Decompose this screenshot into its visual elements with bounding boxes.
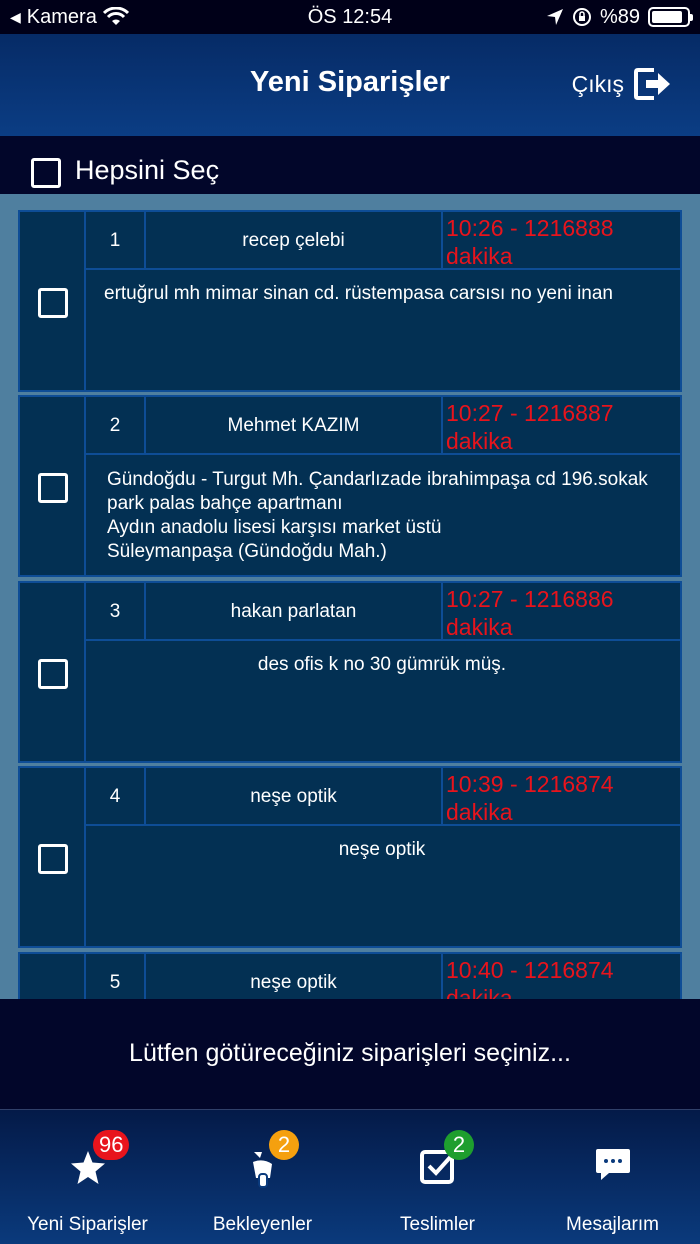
orders-list[interactable]: 1 recep çelebi 10:26 - 1216888 dakika er…	[0, 194, 700, 999]
order-header: 3 hakan parlatan 10:27 - 1216886 dakika	[86, 583, 680, 641]
order-address: ertuğrul mh mimar sinan cd. rüstempasa c…	[104, 283, 613, 304]
tab-badge: 96	[93, 1130, 130, 1160]
order-address: des ofis k no 30 gümrük müş.	[257, 654, 507, 675]
tab-label: Mesajlarım	[566, 1214, 659, 1235]
order-row[interactable]: 1 recep çelebi 10:26 - 1216888 dakika er…	[18, 210, 682, 392]
logout-button[interactable]: Çıkış	[572, 68, 672, 100]
order-check-cell[interactable]	[20, 212, 86, 390]
order-number: 3	[86, 583, 146, 639]
order-customer: hakan parlatan	[146, 583, 443, 639]
tab-delivered[interactable]: 2 Teslimler	[350, 1110, 525, 1244]
order-checkbox[interactable]	[38, 473, 68, 503]
order-time: 10:27 - 1216887 dakika	[446, 400, 614, 454]
tab-pending[interactable]: 2 Bekleyenler	[175, 1110, 350, 1244]
order-header: 4 neşe optik 10:39 - 1216874 dakika	[86, 768, 680, 826]
order-checkbox[interactable]	[38, 844, 68, 874]
tab-new-orders[interactable]: 96 Yeni Siparişler	[0, 1110, 175, 1244]
order-number: 4	[86, 768, 146, 824]
order-time: 10:26 - 1216888 dakika	[446, 215, 614, 269]
battery-fill	[652, 11, 683, 23]
tab-badge: 2	[444, 1130, 474, 1160]
status-right: %89	[546, 5, 693, 29]
order-checkbox[interactable]	[38, 659, 68, 689]
order-check-cell[interactable]	[20, 397, 86, 575]
order-header: 5 neşe optik 10:40 - 1216874 dakika	[86, 954, 680, 999]
order-address: Gündoğdu - Turgut Mh. Çandarlızade ibrah…	[107, 469, 648, 562]
order-row[interactable]: 3 hakan parlatan 10:27 - 1216886 dakika …	[18, 581, 682, 763]
rotation-lock-icon	[572, 8, 591, 26]
info-text: Lütfen götüreceğiniz siparişleri seçiniz…	[129, 1039, 571, 1067]
order-number: 2	[86, 397, 146, 453]
order-number: 5	[86, 954, 146, 999]
location-arrow-icon	[546, 9, 563, 25]
tab-bar: 96 Yeni Siparişler 2 Bekleyenler 2 Tesli…	[0, 1109, 700, 1244]
chat-icon	[595, 1149, 630, 1180]
order-customer: neşe optik	[146, 768, 443, 824]
tab-label: Bekleyenler	[212, 1214, 313, 1235]
order-checkbox[interactable]	[38, 288, 68, 318]
order-header: 1 recep çelebi 10:26 - 1216888 dakika	[86, 212, 680, 270]
order-time: 10:39 - 1216874 dakika	[446, 771, 614, 825]
order-customer: recep çelebi	[146, 212, 443, 268]
tab-label: Teslimler	[400, 1214, 475, 1235]
status-bar: ◀ Kamera ÖS 12:54 %89	[0, 0, 700, 34]
battery-icon	[648, 7, 693, 27]
order-number: 1	[86, 212, 146, 268]
order-address: neşe optik	[338, 839, 426, 860]
order-check-cell[interactable]	[20, 583, 86, 761]
order-check-cell[interactable]	[20, 768, 86, 946]
order-customer: neşe optik	[146, 954, 443, 999]
tab-messages[interactable]: Mesajlarım	[525, 1110, 700, 1244]
order-row[interactable]: 5 neşe optik 10:40 - 1216874 dakika	[18, 952, 682, 999]
order-check-cell[interactable]	[20, 954, 86, 999]
order-header: 2 Mehmet KAZIM 10:27 - 1216887 dakika	[86, 397, 680, 455]
logout-icon	[634, 68, 670, 100]
select-all-row[interactable]: Hepsini Seç	[0, 136, 700, 194]
order-time: 10:40 - 1216874 dakika	[446, 957, 614, 999]
order-time: 10:27 - 1216886 dakika	[446, 586, 614, 640]
order-row[interactable]: 4 neşe optik 10:39 - 1216874 dakika neşe…	[18, 766, 682, 948]
order-customer: Mehmet KAZIM	[146, 397, 443, 453]
select-all-checkbox[interactable]	[31, 158, 61, 188]
logout-label: Çıkış	[571, 70, 624, 97]
info-bar: Lütfen götüreceğiniz siparişleri seçiniz…	[0, 999, 700, 1109]
tab-badge: 2	[269, 1130, 299, 1160]
battery-percent: %89	[599, 6, 640, 28]
header: Yeni Siparişler Çıkış	[0, 34, 700, 136]
select-all-label: Hepsini Seç	[75, 155, 220, 185]
order-row[interactable]: 2 Mehmet KAZIM 10:27 - 1216887 dakika Gü…	[18, 395, 682, 577]
tab-label: Yeni Siparişler	[27, 1214, 148, 1235]
